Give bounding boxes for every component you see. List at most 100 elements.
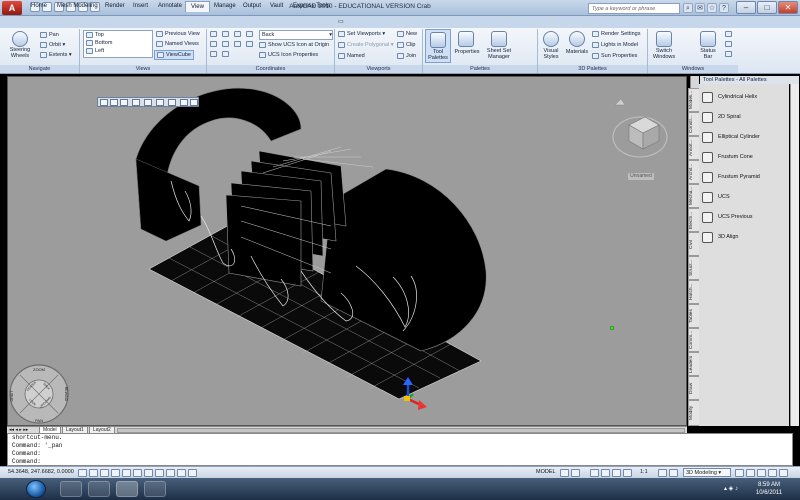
showmotion-status-icon[interactable] (623, 469, 632, 477)
clean-screen-icon[interactable] (779, 469, 788, 477)
named-viewports-button[interactable]: Named (338, 52, 365, 60)
ucs-3point-icon[interactable] (246, 31, 253, 37)
tool-3d-align[interactable]: 3D Align (702, 230, 788, 248)
render-settings-button[interactable]: Render Settings (592, 30, 640, 38)
quick-view-drawings-icon[interactable] (571, 469, 580, 477)
cascade-icon[interactable] (725, 51, 732, 57)
join-viewport-button[interactable]: Join (397, 52, 416, 60)
tab-mesh-modeling[interactable]: Mesh Modeling (52, 1, 103, 12)
tab-insert[interactable]: Insert (128, 1, 153, 12)
grid-toggle-icon[interactable] (89, 469, 98, 477)
ucs-dropdown-unnamed[interactable]: Unnamed (628, 173, 654, 180)
palette-tab-modify[interactable]: Modify (688, 400, 699, 426)
toolbar-button-7-icon[interactable] (168, 99, 176, 106)
properties-label[interactable]: Properties (452, 49, 482, 55)
palette-tab-command[interactable]: Comm... (688, 328, 699, 352)
model-space-button[interactable]: MODEL (536, 469, 556, 475)
annotation-visibility-icon[interactable] (658, 469, 667, 477)
visual-styles-label[interactable]: Visual Styles (538, 48, 564, 60)
clock[interactable]: 8:59 AM 10/6/2011 (744, 481, 794, 497)
status-bar-menu-icon[interactable] (768, 469, 777, 477)
autocad-taskbar-icon[interactable] (116, 481, 138, 497)
tab-output[interactable]: Output (238, 1, 266, 12)
palette-tab-leaders[interactable]: Leaders (688, 352, 699, 376)
view-top[interactable]: Top (84, 31, 152, 39)
tile-vertical-icon[interactable] (725, 41, 732, 47)
command-prompt[interactable]: Command: (12, 458, 792, 466)
palette-tab-mechanical[interactable]: Mecha... (688, 184, 699, 208)
previous-view-button[interactable]: Previous View (156, 30, 200, 38)
tool-ucs[interactable]: UCS (702, 190, 788, 208)
ucs-view-icon[interactable] (246, 41, 253, 47)
pan-status-icon[interactable] (590, 469, 599, 477)
status-bar-label[interactable]: Status Bar (694, 48, 722, 60)
lights-in-model-button[interactable]: Lights in Model (592, 41, 638, 49)
help-icon[interactable]: ? (719, 3, 729, 13)
tab-render[interactable]: Render (100, 1, 130, 12)
switch-windows-label[interactable]: Switch Windows (648, 48, 680, 60)
tab-manage[interactable]: Manage (209, 1, 241, 12)
minimize-button[interactable]: – (736, 1, 756, 14)
quick-view-layouts-icon[interactable] (560, 469, 569, 477)
chrome-taskbar-icon[interactable] (144, 481, 166, 497)
toolbar-button-9-icon[interactable] (190, 99, 198, 106)
palette-tab-constraints[interactable]: Constr... (688, 112, 699, 136)
palette-tab-annotation[interactable]: Annot... (688, 136, 699, 160)
palette-tab-draw[interactable]: Draw (688, 376, 699, 400)
ucs-x-icon[interactable] (210, 41, 217, 47)
dyn-toggle-icon[interactable] (166, 469, 175, 477)
ucs-y-icon[interactable] (222, 41, 229, 47)
tool-cylindrical-helix[interactable]: Cylindrical Helix (702, 90, 788, 108)
tab-express-tools[interactable]: Express Tools (288, 1, 335, 12)
toolbar-button-8-icon[interactable] (180, 99, 188, 106)
switch-windows-icon[interactable] (656, 31, 672, 47)
palette-tab-civil[interactable]: Civil (688, 232, 699, 256)
workspace-switch[interactable]: 3D Modeling ▾ (683, 468, 731, 477)
zoom-extents-button[interactable]: Extents ▾ (40, 51, 72, 59)
ucs-icon-properties-button[interactable]: UCS Icon Properties (259, 51, 318, 59)
tool-2d-spiral[interactable]: 2D Spiral (702, 110, 788, 128)
zoom-status-icon[interactable] (601, 469, 610, 477)
viewcube-toggle[interactable]: ViewCube (154, 50, 194, 60)
palette-tab-architectural[interactable]: Archit... (688, 160, 699, 184)
steering-wheels-icon[interactable] (12, 31, 28, 47)
sheet-set-manager-icon[interactable] (491, 31, 507, 47)
palette-tab-structural[interactable]: Struct... (688, 256, 699, 280)
auto-scale-icon[interactable] (669, 469, 678, 477)
status-bar-icon[interactable] (700, 31, 716, 47)
sun-properties-button[interactable]: Sun Properties (592, 52, 637, 60)
polar-toggle-icon[interactable] (111, 469, 120, 477)
ortho-toggle-icon[interactable] (100, 469, 109, 477)
explorer-taskbar-icon[interactable] (60, 481, 82, 497)
system-tray-icons[interactable]: ▴ ◈ ♪ (724, 485, 738, 492)
view-bottom[interactable]: Bottom (84, 39, 152, 47)
ucs-world-icon[interactable] (210, 31, 217, 37)
ucs-zaxis-icon[interactable] (234, 31, 241, 37)
sheet-set-manager-label[interactable]: Sheet Set Manager (481, 48, 517, 60)
quick-properties-toggle-icon[interactable] (188, 469, 197, 477)
ducs-toggle-icon[interactable] (155, 469, 164, 477)
pan-button[interactable]: Pan (40, 31, 59, 39)
view-left[interactable]: Left (84, 47, 152, 55)
maximize-button[interactable]: □ (757, 1, 777, 14)
set-viewports-button[interactable]: Set Viewports ▾ (338, 30, 385, 38)
toolbar-button-3-icon[interactable] (120, 99, 128, 106)
materials-icon[interactable] (569, 31, 585, 47)
annotation-scale[interactable]: 1:1 (640, 469, 648, 475)
toolbar-button-2-icon[interactable] (110, 99, 118, 106)
toolbar-button-1-icon[interactable] (100, 99, 108, 106)
ribbon-minimize-icon[interactable]: ▭ (338, 18, 344, 25)
properties-icon[interactable] (458, 31, 474, 47)
materials-label[interactable]: Materials (562, 49, 592, 55)
viewcube[interactable] (611, 95, 669, 165)
palette-tab-tables[interactable]: Tables (688, 304, 699, 328)
communication-center-icon[interactable]: ✉ (695, 3, 705, 13)
search-icon[interactable]: ⌕ (683, 3, 693, 13)
toolbar-button-6-icon[interactable] (156, 99, 164, 106)
palette-tab-electrical[interactable]: Electri... (688, 208, 699, 232)
visual-styles-icon[interactable] (543, 31, 559, 47)
tool-frustum-pyramid[interactable]: Frustum Pyramid (702, 170, 788, 188)
tool-ucs-previous[interactable]: UCS Previous (702, 210, 788, 228)
tab-view[interactable]: View (185, 1, 210, 12)
toolbar-button-4-icon[interactable] (132, 99, 140, 106)
